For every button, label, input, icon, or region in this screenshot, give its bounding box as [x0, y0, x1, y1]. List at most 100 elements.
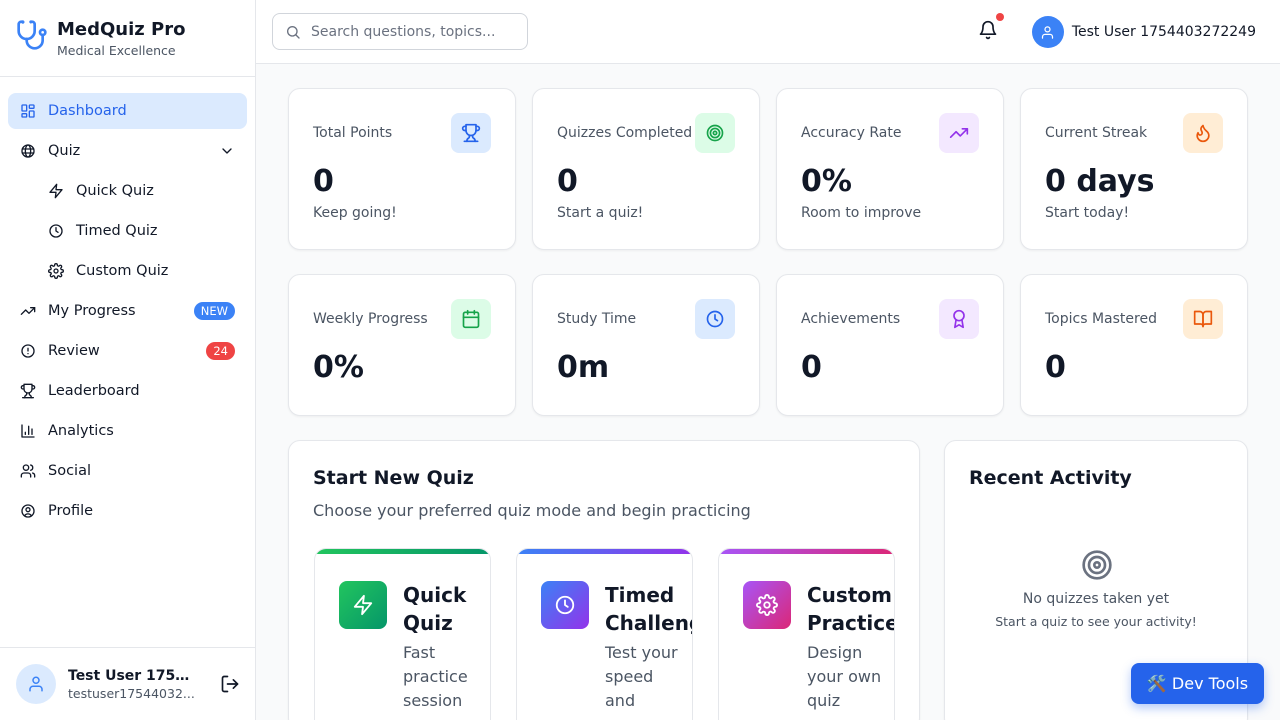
- chevron-down-icon[interactable]: [219, 143, 235, 159]
- new-badge: NEW: [193, 302, 235, 320]
- brain-icon: [21, 144, 35, 158]
- mode-icon-box: [339, 581, 387, 629]
- dev-tools-button[interactable]: 🛠️ Dev Tools: [1131, 663, 1264, 704]
- quick-quiz-card[interactable]: Quick Quiz Fast practice session: [314, 548, 491, 720]
- sidebar-item-label: Social: [48, 463, 91, 479]
- start-quiz-panel: Start New Quiz Choose your preferred qui…: [288, 440, 920, 720]
- sidebar-item-label: Dashboard: [48, 103, 127, 119]
- custom-practice-card[interactable]: Custom Practice Design your own quiz: [718, 548, 895, 720]
- logout-icon[interactable]: [220, 674, 240, 694]
- calendar-icon: [462, 309, 480, 329]
- stat-icon-box: [1183, 113, 1223, 153]
- sidebar-item-analytics[interactable]: Analytics: [8, 413, 247, 449]
- sidebar-item-leaderboard[interactable]: Leaderboard: [8, 373, 247, 409]
- stat-card-weekly-progress: Weekly Progress 0%: [288, 274, 516, 416]
- stat-value: 0m: [557, 350, 610, 385]
- stethoscope-icon: [17, 20, 47, 50]
- stat-value: 0: [313, 164, 334, 199]
- stat-card-achievements: Achievements 0: [776, 274, 1004, 416]
- stat-card-accuracy-rate: Accuracy Rate 0% Room to improve: [776, 88, 1004, 250]
- target-icon: [706, 124, 724, 142]
- stat-subtext: Start today!: [1045, 205, 1130, 221]
- dashboard-icon: [21, 104, 35, 118]
- zap-icon: [49, 183, 63, 199]
- sidebar-item-label: Leaderboard: [48, 383, 140, 399]
- stat-icon-box: [451, 299, 491, 339]
- trending-up-icon: [20, 307, 36, 315]
- sidebar-item-custom-quiz[interactable]: Custom Quiz: [8, 253, 247, 289]
- search-input[interactable]: [311, 23, 511, 40]
- stat-label: Current Streak: [1045, 125, 1148, 141]
- flame-icon: [1196, 124, 1210, 143]
- stat-label: Achievements: [801, 311, 901, 327]
- footer-user-email: testuser17544032...: [68, 685, 195, 701]
- sidebar-item-label: Timed Quiz: [76, 223, 158, 239]
- stat-label: Accuracy Rate: [801, 125, 902, 141]
- stat-subtext: Room to improve: [801, 205, 922, 221]
- mode-description: Test your speed and accuracy: [605, 643, 678, 720]
- alert-circle-icon: [21, 344, 35, 358]
- stat-value: 0%: [801, 164, 852, 199]
- stat-card-study-time: Study Time 0m: [532, 274, 760, 416]
- stat-icon-box: [939, 113, 979, 153]
- sidebar-item-timed-quiz[interactable]: Timed Quiz: [8, 213, 247, 249]
- trophy-icon: [20, 383, 36, 399]
- sidebar-item-my-progress[interactable]: My Progress NEW: [8, 293, 247, 329]
- panel-title: Start New Quiz: [313, 467, 474, 489]
- sidebar-item-label: Quick Quiz: [76, 183, 154, 199]
- stat-icon-box: [939, 299, 979, 339]
- mode-title: Timed Challenge: [605, 583, 692, 635]
- panel-subtitle: Choose your preferred quiz mode and begi…: [313, 501, 751, 520]
- sidebar-item-social[interactable]: Social: [8, 453, 247, 489]
- user-icon: [29, 676, 43, 692]
- header-user-menu[interactable]: Test User 1754403272249: [1031, 16, 1256, 48]
- stat-value: 0 days: [1045, 164, 1155, 199]
- avatar[interactable]: [16, 664, 56, 704]
- trophy-icon: [461, 123, 481, 143]
- notification-dot: [996, 13, 1004, 21]
- card-accent-bar: [517, 549, 692, 554]
- timed-challenge-card[interactable]: Timed Challenge Test your speed and accu…: [516, 548, 693, 720]
- sidebar-item-quiz[interactable]: Quiz: [8, 133, 247, 169]
- stat-subtext: Start a quiz!: [557, 205, 644, 221]
- gear-icon: [756, 594, 778, 616]
- header-user-name: Test User 1754403272249: [1071, 24, 1256, 40]
- bar-chart-icon: [21, 424, 35, 438]
- stat-card-current-streak: Current Streak 0 days Start today!: [1020, 88, 1248, 250]
- footer-user-name: Test User 17544...: [68, 667, 198, 684]
- stat-value: 0: [801, 350, 822, 385]
- stat-value: 0: [557, 164, 578, 199]
- search-icon: [287, 25, 300, 39]
- stat-subtext: Keep going!: [313, 205, 397, 221]
- sidebar-item-label: Custom Quiz: [76, 263, 169, 279]
- sidebar-item-review[interactable]: Review 24: [8, 333, 247, 369]
- mode-description: Design your own quiz: [807, 643, 882, 710]
- panel-title: Recent Activity: [969, 467, 1132, 489]
- stat-icon-box: [1183, 299, 1223, 339]
- clock-icon: [555, 595, 575, 615]
- empty-state-title: No quizzes taken yet: [1022, 591, 1170, 607]
- brand[interactable]: MedQuiz Pro Medical Excellence: [0, 0, 255, 77]
- stat-card-quizzes-completed: Quizzes Completed 0 Start a quiz!: [532, 88, 760, 250]
- sidebar-item-label: Review: [48, 343, 100, 359]
- zap-icon: [353, 594, 373, 616]
- stat-card-topics-mastered: Topics Mastered 0: [1020, 274, 1248, 416]
- stat-label: Weekly Progress: [313, 311, 428, 327]
- sidebar-item-quick-quiz[interactable]: Quick Quiz: [8, 173, 247, 209]
- sidebar: MedQuiz Pro Medical Excellence Dashboard…: [0, 0, 256, 720]
- clock-icon: [706, 310, 724, 328]
- user-icon: [1042, 25, 1054, 39]
- clock-icon: [49, 224, 63, 238]
- brand-subtitle: Medical Excellence: [57, 43, 176, 58]
- stat-value: 0%: [313, 350, 364, 385]
- user-circle-icon: [21, 504, 35, 518]
- notifications-button[interactable]: [978, 13, 1004, 44]
- sidebar-item-label: Quiz: [48, 143, 81, 159]
- mode-title: Custom Practice: [807, 583, 895, 635]
- mode-icon-box: [541, 581, 589, 629]
- sidebar-item-dashboard[interactable]: Dashboard: [8, 93, 247, 129]
- brand-title: MedQuiz Pro: [57, 19, 186, 40]
- stat-card-total-points: Total Points 0 Keep going!: [288, 88, 516, 250]
- sidebar-item-profile[interactable]: Profile: [8, 493, 247, 529]
- search-box[interactable]: [272, 13, 528, 50]
